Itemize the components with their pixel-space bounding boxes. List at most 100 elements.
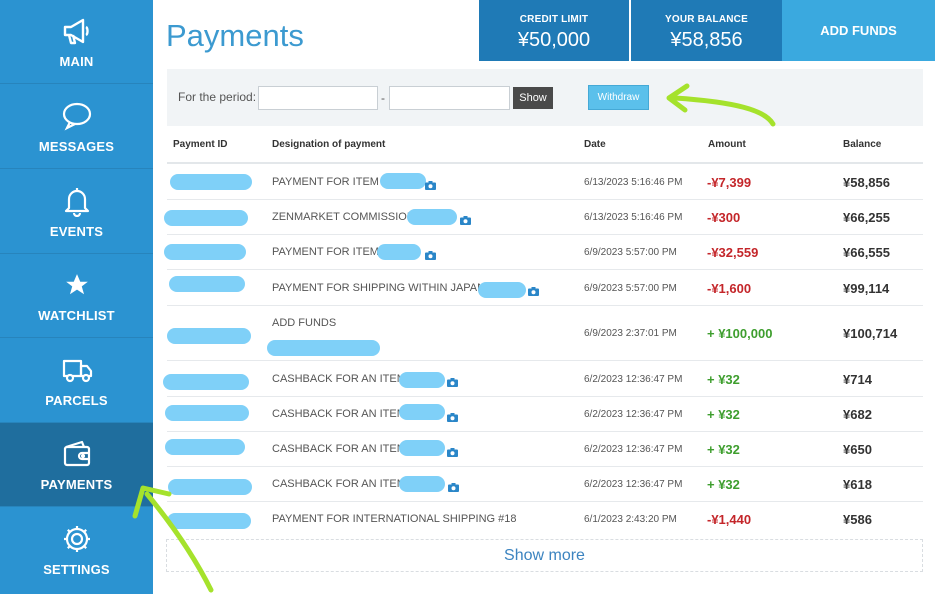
period-from-input[interactable] xyxy=(258,86,378,110)
row-balance: ¥650 xyxy=(843,442,872,457)
camera-icon[interactable] xyxy=(528,283,539,301)
row-balance: ¥66,555 xyxy=(843,245,890,260)
row-designation: PAYMENT FOR INTERNATIONAL SHIPPING #18 xyxy=(272,513,517,525)
redacted-payment-id xyxy=(164,244,246,260)
period-to-input[interactable] xyxy=(389,86,510,110)
row-designation: CASHBACK FOR AN ITEM xyxy=(272,408,406,420)
camera-icon[interactable] xyxy=(447,444,458,462)
truck-icon xyxy=(60,353,94,387)
period-separator: - xyxy=(381,91,385,105)
speech-bubble-icon xyxy=(60,99,94,133)
redacted-item-link[interactable] xyxy=(399,440,445,456)
sidebar-item-label: WATCHLIST xyxy=(38,308,115,323)
redacted-item-link[interactable] xyxy=(399,372,445,388)
camera-icon[interactable] xyxy=(460,212,471,230)
row-amount: -¥1,600 xyxy=(707,281,752,296)
table-row: PAYMENT FOR SHIPPING WITHIN JAPAN 6/9/20… xyxy=(167,270,923,306)
row-date: 6/9/2023 5:57:00 PM xyxy=(584,247,677,258)
table-row: ZENMARKET COMMISSION 6/13/2023 5:16:46 P… xyxy=(164,200,923,235)
redacted-item-link[interactable] xyxy=(399,476,445,492)
withdraw-button[interactable]: Withdraw xyxy=(588,85,649,110)
balance-value: ¥58,856 xyxy=(670,29,743,51)
show-button[interactable]: Show xyxy=(513,87,553,109)
camera-icon[interactable] xyxy=(425,247,436,265)
credit-limit-label: CREDIT LIMIT xyxy=(519,14,589,25)
row-balance: ¥58,856 xyxy=(843,175,890,190)
row-balance: ¥100,714 xyxy=(843,326,898,341)
redacted-payment-id xyxy=(165,439,245,455)
sidebar-item-payments[interactable]: PAYMENTS xyxy=(0,423,153,507)
camera-icon[interactable] xyxy=(425,177,436,195)
redacted-payment-id xyxy=(167,513,251,529)
table-row: PAYMENT FOR ITEM 6/13/2023 5:16:46 PM -¥… xyxy=(167,165,923,200)
row-date: 6/13/2023 5:16:46 PM xyxy=(584,177,683,188)
redacted-payment-id xyxy=(167,328,251,344)
redacted-payment-id xyxy=(170,174,252,190)
col-payment-id: Payment ID xyxy=(173,139,228,150)
row-designation: ADD FUNDS xyxy=(272,317,337,329)
col-balance: Balance xyxy=(843,139,882,150)
row-designation: CASHBACK FOR AN ITEM xyxy=(272,373,406,385)
row-date: 6/2/2023 12:36:47 PM xyxy=(584,444,683,455)
row-amount: -¥300 xyxy=(707,210,741,225)
sidebar-item-events[interactable]: EVENTS xyxy=(0,170,153,254)
row-designation: PAYMENT FOR SHIPPING WITHIN JAPAN xyxy=(272,282,486,294)
row-date: 6/13/2023 5:16:46 PM xyxy=(584,212,683,223)
sidebar-item-label: EVENTS xyxy=(49,224,104,239)
add-funds-button[interactable]: ADD FUNDS xyxy=(782,0,935,61)
sidebar-item-parcels[interactable]: PARCELS xyxy=(0,339,153,423)
row-designation: CASHBACK FOR AN ITEM xyxy=(272,443,406,455)
balance-label: YOUR BALANCE xyxy=(665,14,748,25)
redacted-item-link[interactable] xyxy=(377,244,421,260)
sidebar-item-messages[interactable]: MESSAGES xyxy=(0,85,153,169)
redacted-item-link[interactable] xyxy=(380,173,426,189)
row-amount: + ¥32 xyxy=(707,477,740,492)
row-balance: ¥618 xyxy=(843,477,872,492)
row-balance: ¥586 xyxy=(843,512,872,527)
redacted-payment-id xyxy=(169,276,245,292)
col-designation: Designation of payment xyxy=(272,139,386,150)
redacted-item-link[interactable] xyxy=(407,209,457,225)
gear-icon xyxy=(60,522,94,556)
table-row: CASHBACK FOR AN ITEM 6/2/2023 12:36:47 P… xyxy=(165,397,923,432)
sidebar-item-main[interactable]: MAIN xyxy=(0,0,153,84)
sidebar-item-watchlist[interactable]: WATCHLIST xyxy=(0,254,153,338)
redacted-item-link[interactable] xyxy=(478,282,526,298)
col-amount: Amount xyxy=(708,139,746,150)
row-designation: PAYMENT FOR ITEM xyxy=(272,246,379,258)
bell-icon xyxy=(60,184,94,218)
star-icon xyxy=(60,268,94,302)
show-more-button[interactable]: Show more xyxy=(166,539,923,572)
row-amount: -¥32,559 xyxy=(707,245,759,260)
row-date: 6/9/2023 5:57:00 PM xyxy=(584,283,677,294)
page-title: Payments xyxy=(166,18,304,53)
redacted-reference xyxy=(267,340,380,356)
row-designation: ZENMARKET COMMISSION xyxy=(272,211,415,223)
redacted-payment-id xyxy=(163,374,249,390)
sidebar-item-label: SETTINGS xyxy=(43,562,110,577)
sidebar-item-settings[interactable]: SETTINGS xyxy=(0,508,153,592)
row-amount: + ¥32 xyxy=(707,407,740,422)
redacted-payment-id xyxy=(168,479,252,495)
table-row: CASHBACK FOR AN ITEM 6/2/2023 12:36:47 P… xyxy=(167,467,923,502)
row-date: 6/9/2023 2:37:01 PM xyxy=(584,328,677,339)
col-date: Date xyxy=(584,139,606,150)
redacted-payment-id xyxy=(164,210,248,226)
row-designation: CASHBACK FOR AN ITEM xyxy=(272,478,406,490)
camera-icon[interactable] xyxy=(447,374,458,392)
row-date: 6/1/2023 2:43:20 PM xyxy=(584,514,677,525)
row-amount: -¥1,440 xyxy=(707,512,752,527)
megaphone-icon xyxy=(60,14,94,48)
period-label: For the period: xyxy=(178,90,257,104)
table-row: ADD FUNDS 6/9/2023 2:37:01 PM + ¥100,000… xyxy=(167,306,923,361)
row-balance: ¥66,255 xyxy=(843,210,890,225)
redacted-item-link[interactable] xyxy=(399,404,445,420)
row-amount: + ¥100,000 xyxy=(707,326,773,341)
camera-icon[interactable] xyxy=(447,409,458,427)
row-designation: PAYMENT FOR ITEM xyxy=(272,176,379,188)
row-amount: -¥7,399 xyxy=(707,175,752,190)
sidebar-item-label: PARCELS xyxy=(45,393,108,408)
camera-icon[interactable] xyxy=(448,479,459,497)
row-date: 6/2/2023 12:36:47 PM xyxy=(584,479,683,490)
row-date: 6/2/2023 12:36:47 PM xyxy=(584,409,683,420)
